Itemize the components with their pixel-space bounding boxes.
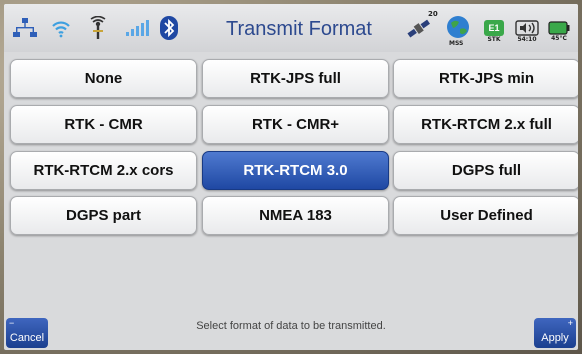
format-dgps-full-button[interactable]: DGPS full [393, 151, 578, 190]
format-rtk-jps-min-button[interactable]: RTK-JPS min [393, 59, 578, 98]
apply-button-label: Apply [541, 332, 569, 344]
radio-speaker-icon[interactable]: 54:10 [514, 16, 540, 46]
format-none-button[interactable]: None [10, 59, 197, 98]
apply-button[interactable]: + Apply [534, 318, 576, 348]
format-rtk-rtcm3-button[interactable]: RTK-RTCM 3.0 [202, 151, 389, 190]
format-rtk-cmr-button[interactable]: RTK - CMR [10, 105, 197, 144]
format-rtk-jps-full-button[interactable]: RTK-JPS full [202, 59, 389, 98]
format-rtk-cmr-plus-button[interactable]: RTK - CMR+ [202, 105, 389, 144]
transmit-format-dialog: Transmit Format 20 MSS E1 STK 54:10 45°C… [4, 4, 578, 350]
cancel-minus-icon: − [9, 318, 15, 328]
format-nmea183-button[interactable]: NMEA 183 [202, 196, 389, 235]
bluetooth-icon[interactable] [158, 16, 180, 40]
format-user-defined-button[interactable]: User Defined [393, 196, 578, 235]
mode-bottom: STK [487, 35, 501, 43]
wifi-icon[interactable] [50, 16, 72, 40]
format-rtk-rtcm2-full-button[interactable]: RTK-RTCM 2.x full [393, 105, 578, 144]
hint-text: Select format of data to be transmitted. [196, 320, 386, 332]
format-rtk-rtcm2-cors-button[interactable]: RTK-RTCM 2.x cors [10, 151, 197, 190]
temperature-readout: 45°C [551, 34, 567, 42]
signal-bars-icon[interactable] [124, 16, 150, 40]
status-bar: Transmit Format 20 MSS E1 STK 54:10 45°C [4, 4, 578, 52]
satellite-count: 20 [428, 10, 438, 18]
mode-icon[interactable]: E1 STK [482, 16, 506, 46]
page-title: Transmit Format [226, 18, 372, 40]
network-icon[interactable] [12, 16, 38, 40]
battery-icon[interactable]: 45°C [546, 16, 572, 46]
cancel-button[interactable]: − Cancel [6, 318, 48, 348]
apply-plus-icon: + [567, 318, 573, 328]
antenna-label: MSS [449, 40, 464, 47]
mode-top: E1 [484, 19, 504, 36]
cancel-button-label: Cancel [9, 332, 45, 344]
globe-icon[interactable] [444, 14, 472, 42]
antenna-icon[interactable] [88, 16, 108, 40]
time-readout: 54:10 [517, 35, 537, 43]
format-dgps-part-button[interactable]: DGPS part [10, 196, 197, 235]
